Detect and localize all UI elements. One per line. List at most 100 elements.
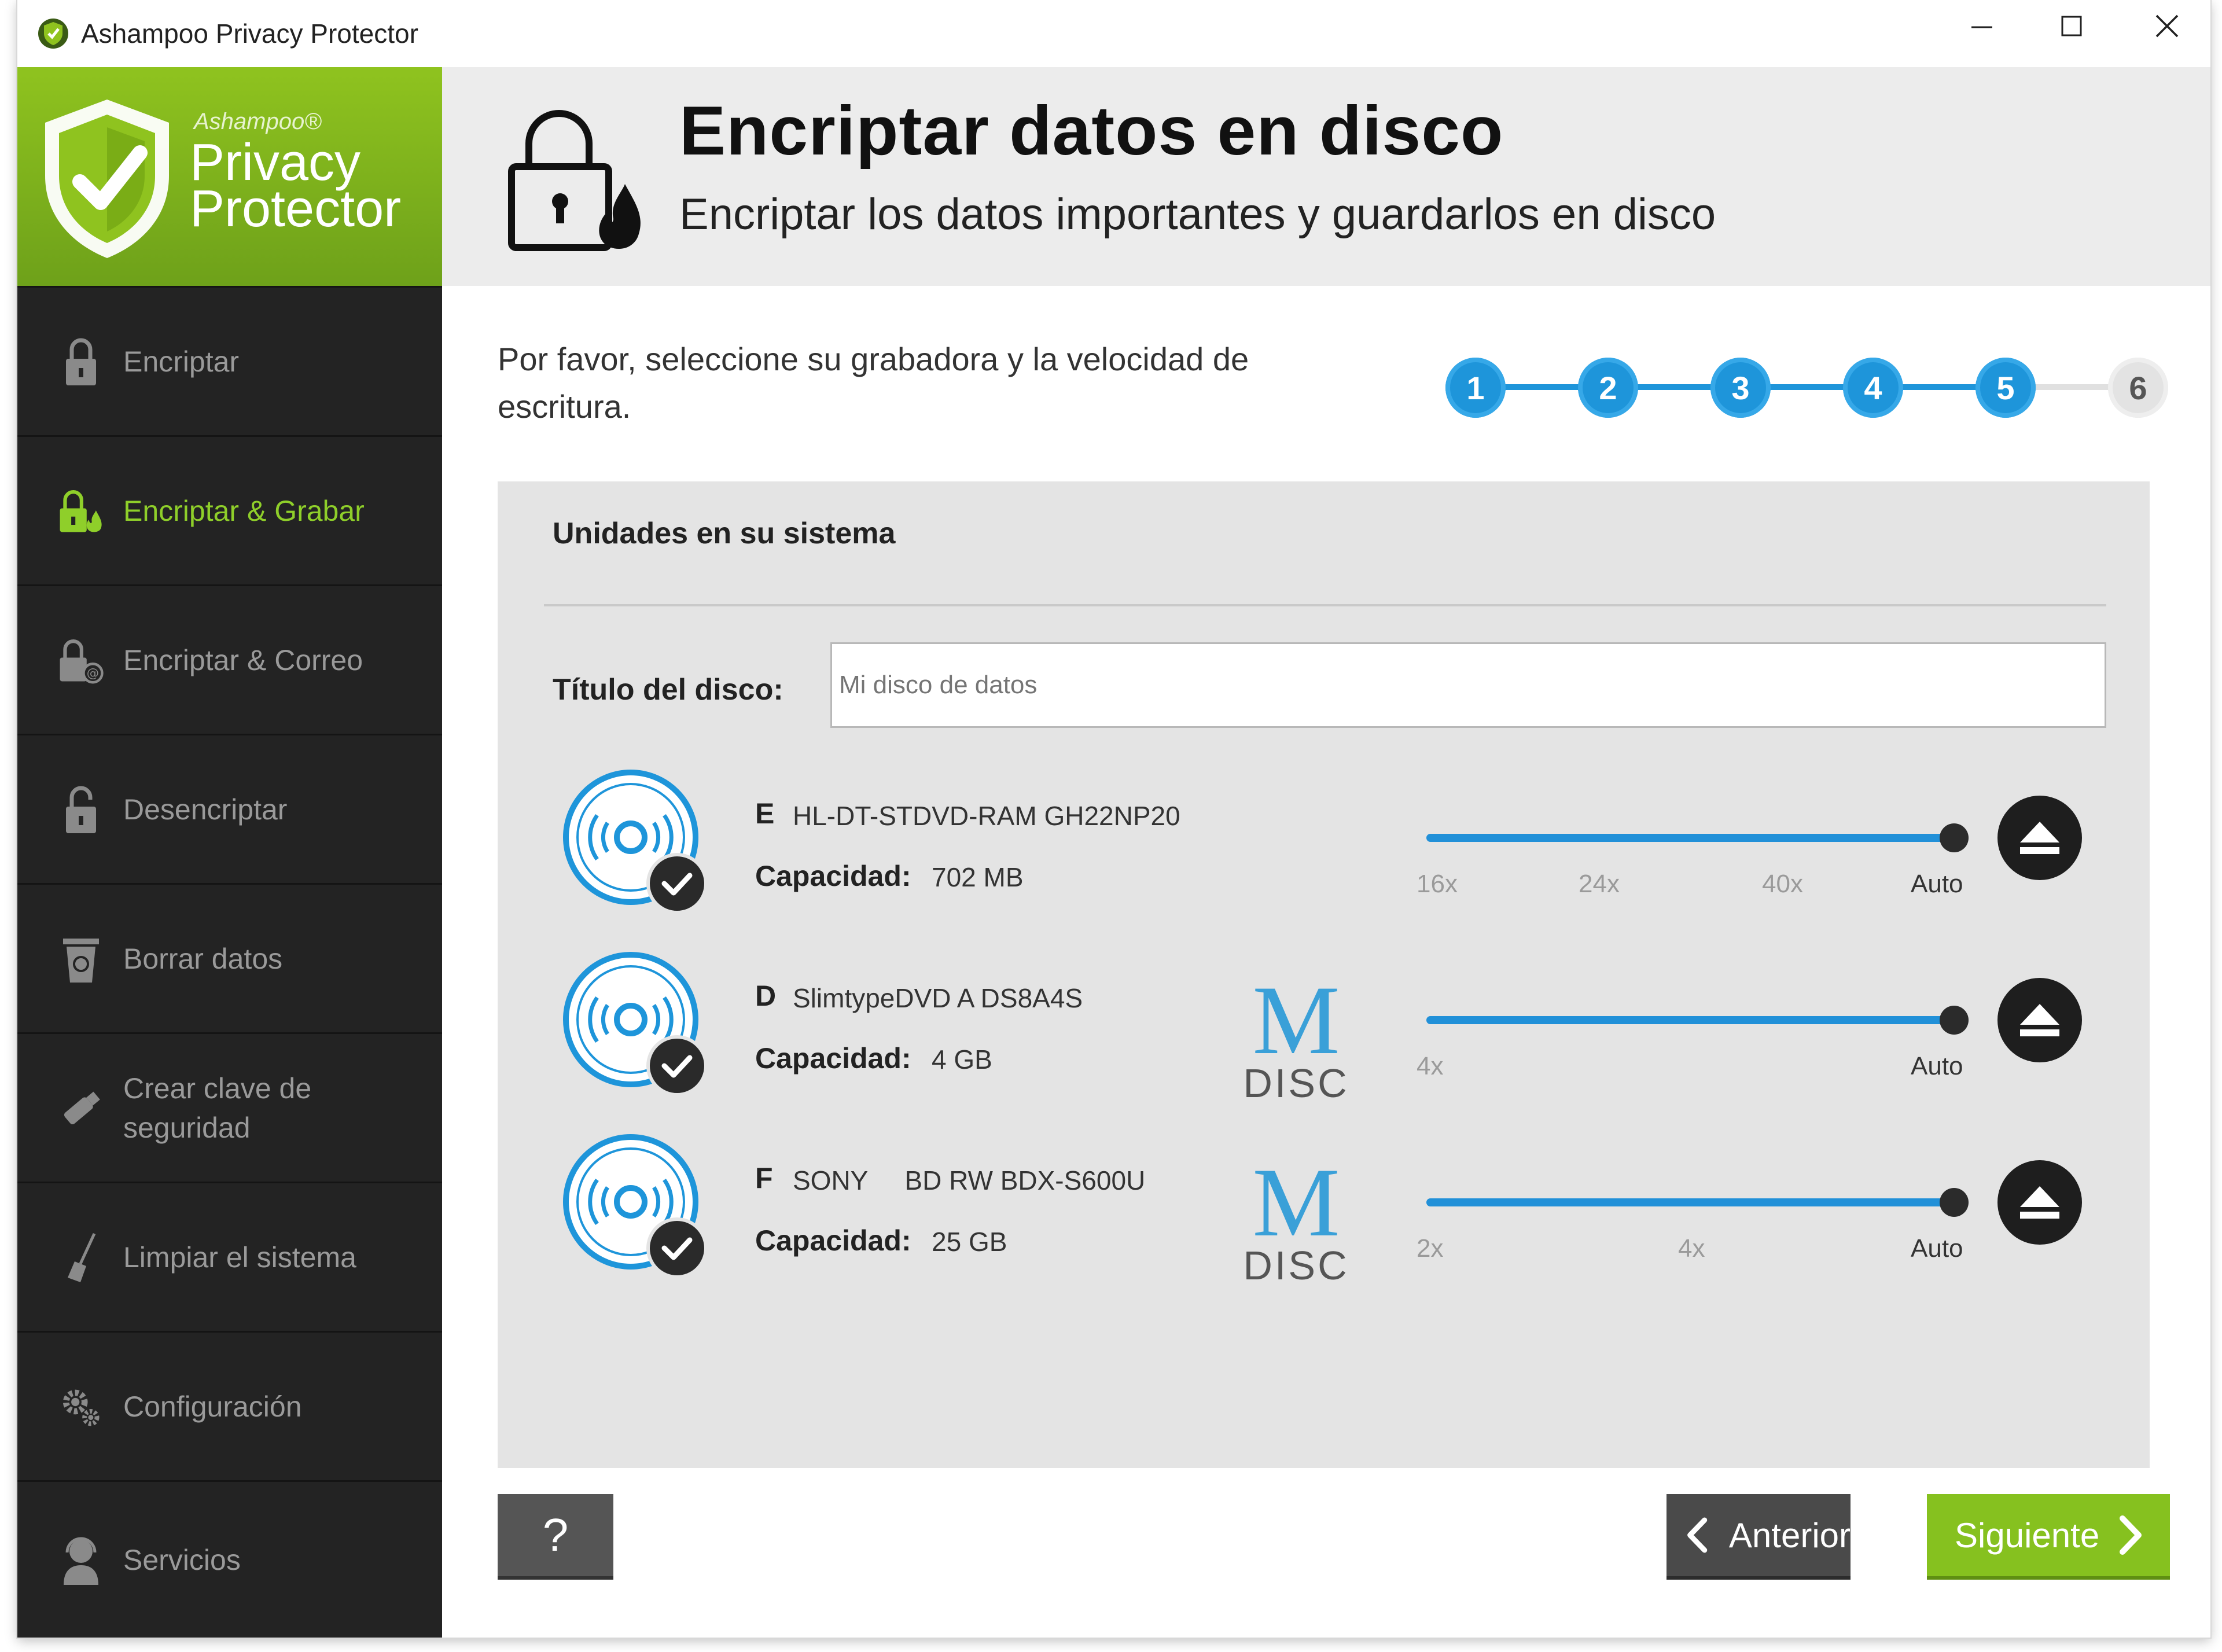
drive-letter: D [755,980,777,1012]
step-2: 2 [1578,358,1638,418]
brand-company: Ashampoo® [194,109,322,134]
drive-letter: E [755,797,775,830]
speed-slider-track[interactable] [1426,834,1959,842]
next-button-label: Siguiente [1955,1515,2100,1555]
lock-mail-icon: @ [58,631,104,689]
page-title: Encriptar datos en disco [679,92,1504,170]
instruction-text: Por favor, seleccione su grabadora y la … [498,341,1249,425]
capacity-label: Capacidad: [755,860,911,892]
speed-slider-thumb[interactable] [1940,1188,1969,1217]
capacity-value: 25 GB [932,1227,1007,1257]
maximize-icon [2061,16,2082,36]
speed-tick: 40x [1762,870,1803,898]
disc-checked-icon [563,770,708,914]
step-6: 6 [2108,358,2168,418]
minimize-icon [1971,26,1992,28]
eject-icon [2020,1004,2059,1036]
speed-tick: 24x [1579,870,1620,898]
minimize-button[interactable] [1933,0,2031,52]
step-3: 3 [1710,358,1771,418]
chevron-left-icon [1687,1517,1708,1553]
sidebar-item-label: Encriptar & Correo [123,643,363,676]
speed-slider-thumb[interactable] [1940,1006,1969,1035]
sidebar-item-label: Limpiar el sistema [123,1241,356,1274]
eject-button[interactable] [1997,1160,2082,1245]
brand-product-line2: Protector [190,180,402,238]
speed-tick: 4x [1678,1234,1705,1263]
sidebar-item-label: Crear clave de seguridad [123,1072,312,1144]
sidebar-item-encriptar[interactable]: Encriptar [17,286,442,435]
drive-row-f[interactable]: F SONY BD RW BDX-S600U Capacidad: 25 GB … [498,1121,2150,1294]
step-1: 1 [1445,358,1506,418]
sidebar-item-encriptar-correo[interactable]: @ Encriptar & Correo [17,584,442,734]
window-title: Ashampoo Privacy Protector [81,19,418,49]
svg-text:DISC: DISC [1243,1243,1349,1287]
next-button[interactable]: Siguiente [1927,1494,2170,1580]
panel-title: Unidades en su sistema [553,517,896,550]
capacity-value: 702 MB [932,862,1024,892]
drive-letter: F [755,1162,773,1194]
svg-text:DISC: DISC [1243,1061,1349,1105]
sidebar-item-desencriptar[interactable]: Desencriptar [17,734,442,883]
maximize-button[interactable] [2022,0,2121,52]
sidebar-item-crear-clave[interactable]: Crear clave de seguridad [17,1032,442,1182]
broom-icon [58,1228,104,1286]
usb-key-icon [58,1079,104,1137]
close-button[interactable] [2118,0,2216,52]
support-icon [58,1531,104,1589]
speed-tick: 16x [1417,870,1458,898]
step-4: 4 [1843,358,1903,418]
sidebar-item-label: Desencriptar [123,793,288,826]
speed-tick: 2x [1417,1234,1444,1263]
sidebar-item-label: Encriptar [123,345,240,378]
svg-text:@: @ [87,666,99,680]
app-window: Ashampoo Privacy Protector Ashampoo® Pri… [17,0,2210,1638]
speed-slider-track[interactable] [1426,1016,1959,1024]
eject-icon [2020,1186,2059,1219]
sidebar-item-servicios[interactable]: Servicios [17,1480,442,1638]
sidebar-item-label: Encriptar & Grabar [123,494,365,527]
mdisc-logo-icon: M DISC [1243,984,1349,1105]
speed-tick: Auto [1911,1052,1963,1080]
sidebar-item-encriptar-grabar[interactable]: Encriptar & Grabar [17,435,442,584]
disc-title-label: Título del disco: [553,673,783,707]
drive-model: SONY BD RW BDX-S600U [793,1165,1146,1195]
drive-model: HL-DT-STDVD-RAM GH22NP20 [793,801,1180,831]
disc-title-input[interactable] [830,642,2106,728]
panel-divider [544,604,2106,606]
speed-tick: 4x [1417,1052,1444,1080]
title-bar: Ashampoo Privacy Protector [17,0,2210,67]
help-button[interactable]: ? [498,1494,613,1580]
disc-checked-icon [563,952,708,1097]
chevron-right-icon [2120,1515,2142,1555]
sidebar-item-label: Configuración [123,1390,302,1423]
capacity-label: Capacidad: [755,1042,911,1075]
capacity-label: Capacidad: [755,1224,911,1257]
capacity-value: 4 GB [932,1044,992,1075]
speed-tick: Auto [1911,1234,1963,1263]
speed-tick: Auto [1911,870,1963,898]
eject-button[interactable] [1997,978,2082,1062]
drives-panel: Unidades en su sistema Título del disco:… [498,481,2150,1468]
eject-button[interactable] [1997,796,2082,880]
drive-row-d[interactable]: D SlimtypeDVD A DS8A4S Capacidad: 4 GB M… [498,939,2150,1112]
speed-slider-thumb[interactable] [1940,823,1969,852]
step-5: 5 [1975,358,2036,418]
gears-icon [58,1378,104,1436]
sidebar-item-label: Servicios [123,1543,241,1576]
sidebar-item-borrar-datos[interactable]: Borrar datos [17,883,442,1032]
page-subtitle: Encriptar los datos importantes y guarda… [679,190,1716,239]
speed-slider-track[interactable] [1426,1198,1959,1206]
sidebar-item-label: Borrar datos [123,942,283,975]
sidebar-item-configuracion[interactable]: Configuración [17,1331,442,1480]
disc-checked-icon [563,1134,708,1279]
unlock-icon [58,781,104,838]
drive-row-e[interactable]: E HL-DT-STDVD-RAM GH22NP20 Capacidad: 70… [498,756,2150,930]
previous-button[interactable]: Anterior [1666,1494,1851,1580]
trash-icon [58,930,104,988]
sidebar-item-limpiar-sistema[interactable]: Limpiar el sistema [17,1182,442,1331]
lock-icon [58,333,104,391]
shield-logo-icon [45,100,169,258]
lock-flame-header-icon [508,110,641,251]
close-icon [2155,14,2179,38]
